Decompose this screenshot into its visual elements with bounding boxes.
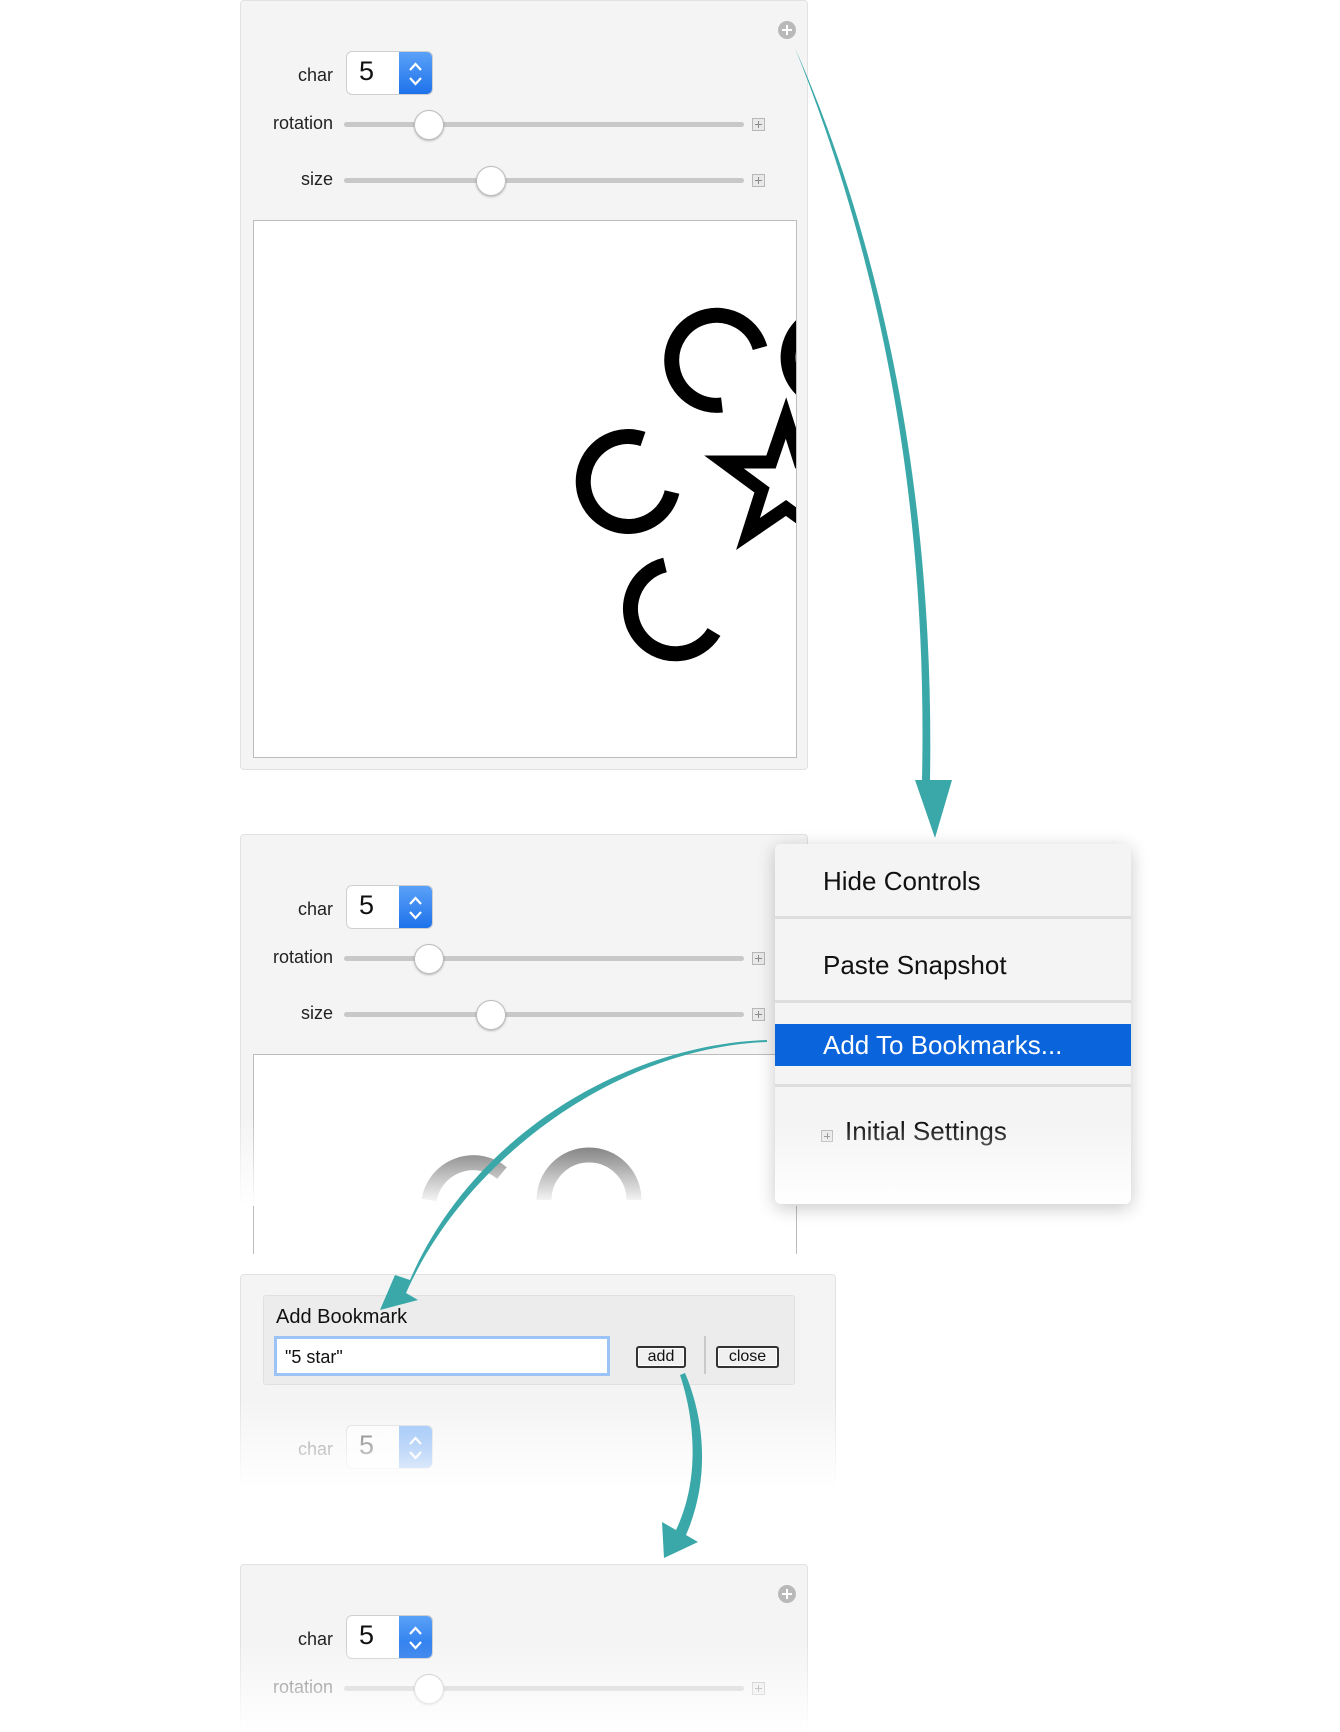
rotation-slider[interactable] [344,122,744,127]
char-stepper-value: 5 [359,56,375,86]
dialog-title: Add Bookmark [276,1306,408,1328]
size-slider[interactable] [344,1012,744,1017]
menu-item-add-to-bookmarks[interactable]: Add To Bookmarks... [775,1024,1131,1066]
add-bookmark-dialog: Add Bookmark "5 star" add close [263,1295,795,1385]
options-plus-icon[interactable] [778,21,796,39]
char-stepper[interactable]: 5 [346,885,433,929]
stepper-arrows-icon[interactable] [399,1426,432,1468]
char-stepper-value: 5 [359,1620,375,1650]
char-label: char [297,1629,333,1649]
options-plus-icon[interactable] [778,1585,796,1603]
char-stepper[interactable]: 5 [346,1615,433,1659]
rotation-slider-knob[interactable] [414,944,444,974]
menu-item-label: Hide Controls [823,866,981,896]
bookmark-name-input[interactable]: "5 star" [274,1336,610,1376]
stepper-arrows-icon[interactable] [399,1616,432,1658]
size-slider-knob[interactable] [476,1000,506,1030]
manipulate-panel-2: char 5 rotation size [239,834,809,1254]
menu-item-label: Add To Bookmarks... [823,1030,1063,1060]
char-stepper-value: 5 [359,1430,375,1460]
size-slider[interactable] [344,178,744,183]
rotation-label: rotation [272,113,333,133]
stepper-arrows-icon[interactable] [399,886,432,928]
menu-item-label: Initial Settings [845,1116,1007,1146]
char-label: char [297,65,333,85]
close-button[interactable]: close [716,1346,779,1368]
rotation-slider[interactable] [344,1686,744,1691]
rotation-expand-icon[interactable] [752,952,765,965]
stepper-arrows-icon[interactable] [399,52,432,94]
char-stepper[interactable]: 5 [346,1425,433,1469]
char-label: char [297,899,333,919]
rotation-expand-icon[interactable] [752,118,765,131]
rotation-label: rotation [272,1677,333,1697]
menu-item-initial-settings[interactable]: Initial Settings [775,1110,1131,1152]
menu-item-paste-snapshot[interactable]: Paste Snapshot [775,944,1131,986]
rotated-five-star-graphic [575,304,924,668]
rotation-expand-icon[interactable] [752,1682,765,1695]
context-menu: Hide Controls Paste Snapshot Add To Book… [775,844,1131,1204]
manipulate-panel-4: char 5 rotation [239,1564,809,1732]
add-button[interactable]: add [636,1346,686,1368]
rotation-slider-knob[interactable] [414,1674,444,1704]
manipulate-panel-1: char 5 rotation size [240,0,924,770]
menu-separator [775,916,1131,919]
size-expand-icon[interactable] [752,174,765,187]
bookmark-panel: Add Bookmark "5 star" add close char 5 [239,1274,837,1488]
size-expand-icon[interactable] [752,1008,765,1021]
menu-separator [775,1000,1131,1003]
rotation-slider-knob[interactable] [414,110,444,140]
menu-separator [775,1084,1131,1087]
output-canvas [253,220,924,758]
size-label: size [300,169,333,189]
menu-item-hide-controls[interactable]: Hide Controls [775,860,1131,902]
button-divider [704,1336,706,1374]
output-canvas [253,1054,797,1254]
rotation-slider[interactable] [344,956,744,961]
char-stepper[interactable]: 5 [346,51,433,95]
partial-graphic [421,1147,642,1202]
char-label: char [297,1439,333,1459]
rotation-label: rotation [272,947,333,967]
menu-item-label: Paste Snapshot [823,950,1007,980]
size-slider-knob[interactable] [476,166,506,196]
size-label: size [300,1003,333,1023]
arrow-gear-to-menu [795,48,952,838]
submenu-expand-icon [821,1130,833,1142]
char-stepper-value: 5 [359,890,375,920]
